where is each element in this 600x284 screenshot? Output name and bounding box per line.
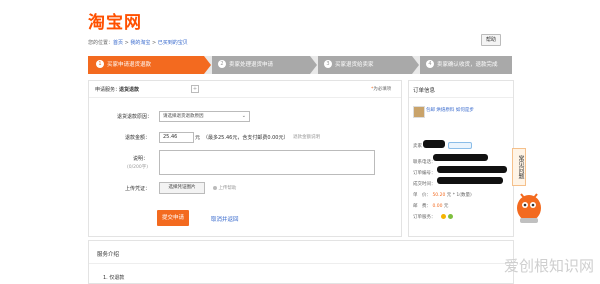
step-3: 3 买家退货给卖家 <box>318 56 412 74</box>
redacted-seller <box>423 140 445 148</box>
description-label: 说明： <box>133 156 149 162</box>
progress-steps: 1 买家申请退货退款 2 卖家处理退货申请 3 买家退货给卖家 4 卖家确认收货，退款完… <box>88 56 512 74</box>
breadcrumb-prefix: 您的位置： <box>88 40 114 46</box>
contact-seller-badge[interactable] <box>448 142 472 149</box>
submit-button[interactable]: 提交申请 <box>157 210 189 226</box>
required-hint-text: 为必填项 <box>373 87 392 92</box>
price-row: 单 价： 50.20 元 * 1(数量) <box>413 192 472 198</box>
service-label: 申请服务： <box>95 87 121 93</box>
service-badge-icon <box>448 214 453 219</box>
step-label: 卖家确认收货，退款完成 <box>437 62 498 68</box>
redacted-block <box>433 154 488 161</box>
step-arrow-icon <box>412 56 419 74</box>
upload-label: 上传凭证： <box>125 186 151 192</box>
faq-side-tab[interactable]: 常见问题 <box>512 148 526 186</box>
order-service-row: 订单服务： <box>413 214 436 220</box>
upload-help-text: 上传帮助 <box>218 186 237 191</box>
postage-row: 邮 费： 0.00 元 <box>413 203 448 209</box>
step-number: 4 <box>426 59 434 68</box>
service-intro-title: 服务介绍 <box>97 252 120 258</box>
refund-reason-label: 退货退款原因： <box>117 114 153 120</box>
postage-unit: 元 <box>443 204 449 209</box>
redacted-time <box>437 177 503 184</box>
step-arrow-icon <box>310 56 317 74</box>
step-label: 买家退货给卖家 <box>335 62 374 68</box>
order-service-label: 订单服务： <box>413 215 436 220</box>
refund-reason-value: 请选择退货退款原因 <box>163 114 204 119</box>
expand-icon[interactable]: + <box>191 85 199 93</box>
upload-help-link[interactable]: 上传帮助 <box>213 185 236 191</box>
mascot-icon[interactable] <box>512 186 546 226</box>
refund-reason-select[interactable]: 请选择退货退款原因 ⌄ <box>159 111 250 122</box>
time-label: 成交时间： <box>413 182 436 187</box>
amount-unit: 元 <box>195 135 201 141</box>
divider <box>409 97 513 98</box>
order-info-panel: 订单信息 包邮 烘焙原料 如何是步 卖家 联系电话： 订单编号： 成交时间： 单… <box>408 80 514 237</box>
amount-max-note: （最多25.46元，含支付邮费0.00元） <box>203 135 289 141</box>
redacted-order-id <box>437 166 507 173</box>
step-label: 卖家处理退货申请 <box>229 62 274 68</box>
breadcrumb-my-taobao[interactable]: 我的淘宝 <box>130 40 150 46</box>
amount-help-link[interactable]: 退款金额说明 <box>293 134 320 140</box>
service-intro-section: 服务介绍 1. 仅退款 <box>88 240 514 284</box>
watermark: 爱创根知识网 <box>503 257 594 275</box>
service-value: 退货退款 <box>119 87 140 93</box>
cancel-return-link[interactable]: 取消并返回 <box>211 215 239 223</box>
help-button[interactable]: 帮助 <box>481 34 501 46</box>
refund-amount-input[interactable]: 25.46 <box>159 132 194 143</box>
seller-row: 卖家 <box>413 143 422 149</box>
postage-label: 邮 费： <box>413 204 431 209</box>
breadcrumb-sep: > <box>150 40 158 46</box>
description-textarea[interactable] <box>159 150 375 175</box>
taobao-logo[interactable]: 淘宝网 <box>88 8 142 33</box>
price-value: 50.20 <box>432 193 446 198</box>
required-hint: *为必填项 <box>371 87 392 92</box>
product-thumbnail[interactable] <box>413 106 425 118</box>
step-number: 2 <box>218 59 226 68</box>
phone-label: 联系电话： <box>413 160 436 165</box>
postage-value: 0.00 <box>432 204 443 209</box>
refund-amount-label: 退款金额： <box>125 135 151 141</box>
step-1: 1 买家申请退货退款 <box>88 56 204 74</box>
qty-value: 元 * 1(数量) <box>446 193 472 198</box>
step-2: 2 卖家处理退货申请 <box>212 56 310 74</box>
order-info-title: 订单信息 <box>413 88 436 94</box>
step-number: 1 <box>96 59 104 68</box>
refund-form-panel: 申请服务： 退货退款 + *为必填项 退货退款原因： 请选择退货退款原因 ⌄ 退… <box>88 80 402 237</box>
breadcrumb: 您的位置：首页 > 我的淘宝 > 已买到的宝贝 <box>88 39 188 46</box>
description-counter: (0/200字) <box>127 165 148 170</box>
breadcrumb-home[interactable]: 首页 <box>113 40 123 46</box>
product-name-link[interactable]: 包邮 烘焙原料 如何是步 <box>426 107 474 113</box>
seller-label-tail: 家 <box>417 144 423 149</box>
step-label: 买家申请退货退款 <box>107 62 152 68</box>
divider <box>89 263 513 264</box>
breadcrumb-bought-items[interactable]: 已买到的宝贝 <box>158 40 188 46</box>
step-4: 4 卖家确认收货，退款完成 <box>420 56 512 74</box>
order-id-label: 订单编号： <box>413 171 436 176</box>
service-badge-icon <box>441 214 446 219</box>
order-id-row: 订单编号： <box>413 170 436 176</box>
help-icon <box>213 185 217 190</box>
panel-header: 申请服务： 退货退款 + *为必填项 <box>89 81 401 98</box>
chevron-down-icon: ⌄ <box>241 113 246 119</box>
service-intro-item: 1. 仅退款 <box>103 275 125 281</box>
step-arrow-icon <box>204 56 211 74</box>
upload-button[interactable]: 选择凭证图片 <box>159 182 205 194</box>
step-number: 3 <box>324 59 332 68</box>
time-row: 成交时间： <box>413 181 436 187</box>
phone-row: 联系电话： <box>413 159 436 165</box>
price-label: 单 价： <box>413 193 431 198</box>
